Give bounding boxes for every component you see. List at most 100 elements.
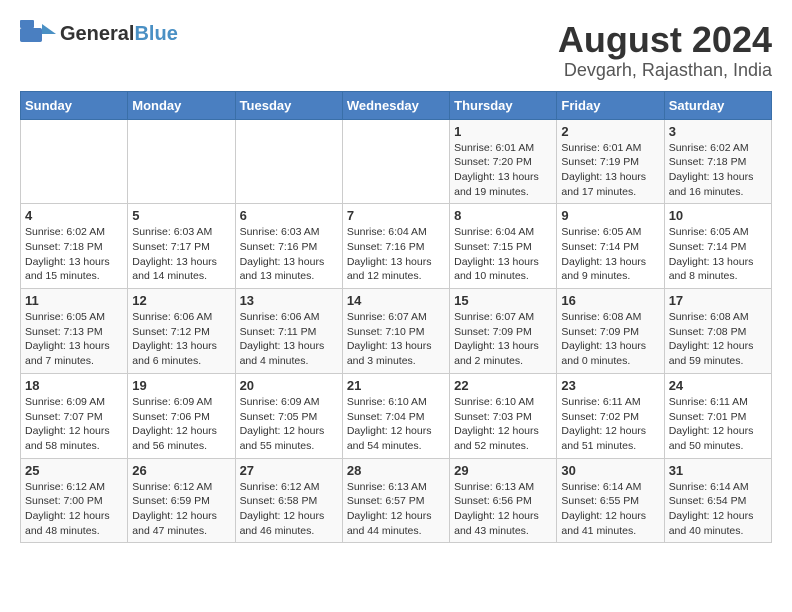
cell-info: Sunrise: 6:06 AMSunset: 7:11 PMDaylight:…	[240, 310, 338, 369]
cell-day-number: 30	[561, 463, 659, 478]
calendar-cell: 14Sunrise: 6:07 AMSunset: 7:10 PMDayligh…	[342, 289, 449, 374]
cell-day-number: 12	[132, 293, 230, 308]
page-header: GeneralBlue August 2024 Devgarh, Rajasth…	[20, 20, 772, 81]
cell-info: Sunrise: 6:05 AMSunset: 7:14 PMDaylight:…	[561, 225, 659, 284]
cell-info: Sunrise: 6:12 AMSunset: 6:59 PMDaylight:…	[132, 480, 230, 539]
cell-day-number: 11	[25, 293, 123, 308]
calendar-cell: 10 Sunrise: 6:05 AMSunset: 7:14 PMDayligh…	[664, 204, 771, 289]
calendar-cell	[21, 119, 128, 204]
calendar-cell: 22Sunrise: 6:10 AMSunset: 7:03 PMDayligh…	[450, 373, 557, 458]
calendar-cell: 9Sunrise: 6:05 AMSunset: 7:14 PMDaylight…	[557, 204, 664, 289]
calendar-table: SundayMondayTuesdayWednesdayThursdayFrid…	[20, 91, 772, 544]
calendar-cell: 6 Sunrise: 6:03 AMSunset: 7:16 PMDaylight…	[235, 204, 342, 289]
cell-info: Sunrise: 6:09 AMSunset: 7:07 PMDaylight:…	[25, 395, 123, 454]
cell-info: Sunrise: 6:03 AMSunset: 7:17 PMDaylight:…	[132, 225, 230, 284]
calendar-week-row: 25 Sunrise: 6:12 AMSunset: 7:00 PMDayligh…	[21, 458, 772, 543]
cell-info: Sunrise: 6:05 AMSunset: 7:13 PMDaylight:…	[25, 310, 123, 369]
cell-info: Sunrise: 6:04 AMSunset: 7:15 PMDaylight:…	[454, 225, 552, 284]
calendar-cell: 30 Sunrise: 6:14 AMSunset: 6:55 PMDayligh…	[557, 458, 664, 543]
calendar-cell: 28Sunrise: 6:13 AMSunset: 6:57 PMDayligh…	[342, 458, 449, 543]
calendar-cell: 31 Sunrise: 6:14 AMSunset: 6:54 PMDayligh…	[664, 458, 771, 543]
cell-day-number: 31	[669, 463, 767, 478]
calendar-cell: 7 Sunrise: 6:04 AMSunset: 7:16 PMDaylight…	[342, 204, 449, 289]
calendar-cell: 2 Sunrise: 6:01 AMSunset: 7:19 PMDaylight…	[557, 119, 664, 204]
calendar-week-row: 18 Sunrise: 6:09 AMSunset: 7:07 PMDayligh…	[21, 373, 772, 458]
cell-day-number: 2	[561, 124, 659, 139]
logo: GeneralBlue	[20, 20, 178, 48]
weekday-header: Tuesday	[235, 91, 342, 119]
cell-info: Sunrise: 6:01 AMSunset: 7:19 PMDaylight:…	[561, 141, 659, 200]
logo-general: General	[60, 23, 134, 45]
calendar-cell: 25 Sunrise: 6:12 AMSunset: 7:00 PMDayligh…	[21, 458, 128, 543]
cell-day-number: 18	[25, 378, 123, 393]
calendar-cell	[342, 119, 449, 204]
calendar-cell: 26 Sunrise: 6:12 AMSunset: 6:59 PMDayligh…	[128, 458, 235, 543]
cell-info: Sunrise: 6:12 AMSunset: 7:00 PMDaylight:…	[25, 480, 123, 539]
cell-day-number: 19	[132, 378, 230, 393]
calendar-cell: 4 Sunrise: 6:02 AMSunset: 7:18 PMDaylight…	[21, 204, 128, 289]
calendar-cell: 23 Sunrise: 6:11 AMSunset: 7:02 PMDayligh…	[557, 373, 664, 458]
calendar-title: August 2024	[558, 20, 772, 60]
cell-day-number: 6	[240, 208, 338, 223]
calendar-cell: 18 Sunrise: 6:09 AMSunset: 7:07 PMDayligh…	[21, 373, 128, 458]
cell-info: Sunrise: 6:06 AMSunset: 7:12 PMDaylight:…	[132, 310, 230, 369]
cell-day-number: 24	[669, 378, 767, 393]
cell-day-number: 25	[25, 463, 123, 478]
cell-day-number: 21	[347, 378, 445, 393]
cell-info: Sunrise: 6:03 AMSunset: 7:16 PMDaylight:…	[240, 225, 338, 284]
cell-day-number: 27	[240, 463, 338, 478]
calendar-cell: 15Sunrise: 6:07 AMSunset: 7:09 PMDayligh…	[450, 289, 557, 374]
calendar-body: 1 Sunrise: 6:01 AMSunset: 7:20 PMDaylight…	[21, 119, 772, 543]
cell-info: Sunrise: 6:08 AMSunset: 7:08 PMDaylight:…	[669, 310, 767, 369]
cell-day-number: 5	[132, 208, 230, 223]
weekday-header-row: SundayMondayTuesdayWednesdayThursdayFrid…	[21, 91, 772, 119]
cell-day-number: 13	[240, 293, 338, 308]
calendar-cell: 1 Sunrise: 6:01 AMSunset: 7:20 PMDaylight…	[450, 119, 557, 204]
calendar-week-row: 1 Sunrise: 6:01 AMSunset: 7:20 PMDaylight…	[21, 119, 772, 204]
logo-blue: Blue	[134, 23, 177, 45]
calendar-header: SundayMondayTuesdayWednesdayThursdayFrid…	[21, 91, 772, 119]
calendar-cell: 17 Sunrise: 6:08 AMSunset: 7:08 PMDayligh…	[664, 289, 771, 374]
cell-day-number: 23	[561, 378, 659, 393]
calendar-cell: 19 Sunrise: 6:09 AMSunset: 7:06 PMDayligh…	[128, 373, 235, 458]
cell-day-number: 4	[25, 208, 123, 223]
weekday-header: Monday	[128, 91, 235, 119]
cell-day-number: 15	[454, 293, 552, 308]
cell-info: Sunrise: 6:09 AMSunset: 7:06 PMDaylight:…	[132, 395, 230, 454]
cell-day-number: 26	[132, 463, 230, 478]
cell-day-number: 20	[240, 378, 338, 393]
cell-info: Sunrise: 6:10 AMSunset: 7:04 PMDaylight:…	[347, 395, 445, 454]
cell-day-number: 16	[561, 293, 659, 308]
cell-info: Sunrise: 6:08 AMSunset: 7:09 PMDaylight:…	[561, 310, 659, 369]
cell-info: Sunrise: 6:09 AMSunset: 7:05 PMDaylight:…	[240, 395, 338, 454]
weekday-header: Wednesday	[342, 91, 449, 119]
cell-info: Sunrise: 6:14 AMSunset: 6:55 PMDaylight:…	[561, 480, 659, 539]
cell-info: Sunrise: 6:05 AMSunset: 7:14 PMDaylight:…	[669, 225, 767, 284]
weekday-header: Thursday	[450, 91, 557, 119]
cell-info: Sunrise: 6:01 AMSunset: 7:20 PMDaylight:…	[454, 141, 552, 200]
weekday-header: Sunday	[21, 91, 128, 119]
logo-icon	[20, 20, 56, 48]
cell-day-number: 10	[669, 208, 767, 223]
calendar-cell	[235, 119, 342, 204]
cell-info: Sunrise: 6:02 AMSunset: 7:18 PMDaylight:…	[25, 225, 123, 284]
calendar-cell: 8 Sunrise: 6:04 AMSunset: 7:15 PMDaylight…	[450, 204, 557, 289]
cell-info: Sunrise: 6:14 AMSunset: 6:54 PMDaylight:…	[669, 480, 767, 539]
cell-day-number: 8	[454, 208, 552, 223]
cell-day-number: 17	[669, 293, 767, 308]
calendar-week-row: 4 Sunrise: 6:02 AMSunset: 7:18 PMDaylight…	[21, 204, 772, 289]
cell-info: Sunrise: 6:11 AMSunset: 7:01 PMDaylight:…	[669, 395, 767, 454]
calendar-week-row: 11 Sunrise: 6:05 AMSunset: 7:13 PMDayligh…	[21, 289, 772, 374]
cell-info: Sunrise: 6:02 AMSunset: 7:18 PMDaylight:…	[669, 141, 767, 200]
cell-info: Sunrise: 6:11 AMSunset: 7:02 PMDaylight:…	[561, 395, 659, 454]
calendar-cell: 24 Sunrise: 6:11 AMSunset: 7:01 PMDayligh…	[664, 373, 771, 458]
calendar-cell: 12 Sunrise: 6:06 AMSunset: 7:12 PMDayligh…	[128, 289, 235, 374]
cell-day-number: 7	[347, 208, 445, 223]
cell-info: Sunrise: 6:13 AMSunset: 6:57 PMDaylight:…	[347, 480, 445, 539]
calendar-cell: 5 Sunrise: 6:03 AMSunset: 7:17 PMDaylight…	[128, 204, 235, 289]
cell-day-number: 1	[454, 124, 552, 139]
calendar-cell: 13 Sunrise: 6:06 AMSunset: 7:11 PMDayligh…	[235, 289, 342, 374]
cell-info: Sunrise: 6:04 AMSunset: 7:16 PMDaylight:…	[347, 225, 445, 284]
calendar-cell: 3Sunrise: 6:02 AMSunset: 7:18 PMDaylight…	[664, 119, 771, 204]
calendar-cell	[128, 119, 235, 204]
